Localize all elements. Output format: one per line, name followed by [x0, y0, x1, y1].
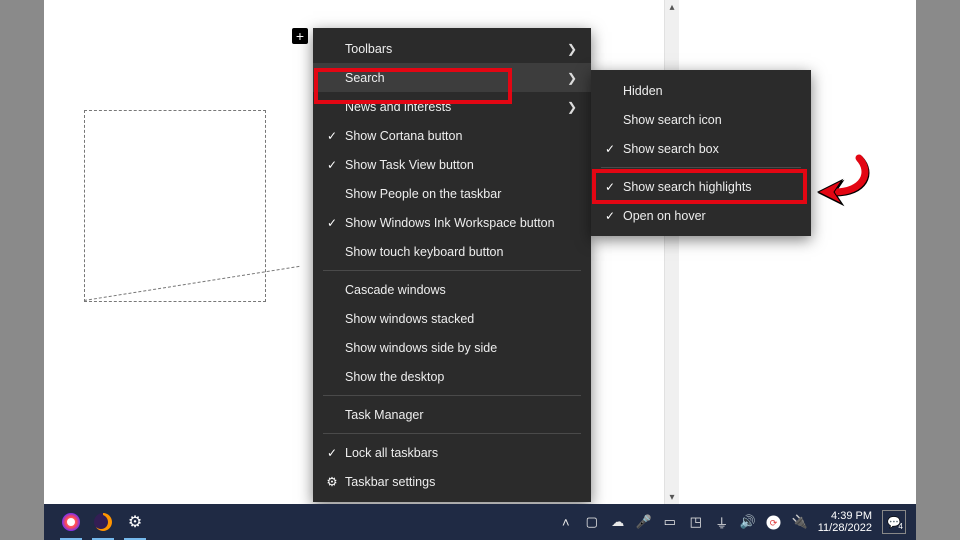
desktop-area: + ▴ ▾ Toolbars❯Search❯News and interests… — [44, 0, 916, 540]
taskbar-context-menu: Toolbars❯Search❯News and interests❯✓Show… — [313, 28, 591, 502]
menu-item-show-people-on-the-taskbar[interactable]: Show People on the taskbar — [313, 179, 591, 208]
letterbox-left — [0, 0, 44, 540]
tray-meet-icon[interactable]: ◳ — [688, 514, 704, 530]
taskbar-app-firefox-icon[interactable] — [90, 509, 116, 535]
annotation-arrow — [804, 150, 874, 225]
taskbar-app-settings-icon[interactable]: ⚙ — [122, 509, 148, 535]
menu-separator — [601, 167, 801, 168]
menu-item-news-and-interests[interactable]: News and interests❯ — [313, 92, 591, 121]
menu-item-label: Cascade windows — [341, 283, 577, 297]
menu-item-label: News and interests — [341, 100, 567, 114]
menu-item-label: Task Manager — [341, 408, 577, 422]
scroll-down-button[interactable]: ▾ — [665, 490, 679, 504]
menu-item-label: Open on hover — [619, 209, 797, 223]
taskbar-date: 11/28/2022 — [818, 522, 872, 534]
menu-item-label: Lock all taskbars — [341, 446, 577, 460]
menu-item-hidden[interactable]: Hidden — [591, 76, 811, 105]
tray-mic-icon[interactable]: 🎤 — [636, 514, 652, 530]
check-icon: ✓ — [323, 216, 341, 230]
taskbar-left: ⚙ — [58, 509, 148, 535]
menu-item-lock-all-taskbars[interactable]: ✓Lock all taskbars — [313, 438, 591, 467]
menu-item-show-touch-keyboard-button[interactable]: Show touch keyboard button — [313, 237, 591, 266]
menu-item-label: Show Windows Ink Workspace button — [341, 216, 577, 230]
menu-item-show-search-box[interactable]: ✓Show search box — [591, 134, 811, 163]
taskbar-clock[interactable]: 4:39 PM 11/28/2022 — [818, 510, 872, 534]
tray-updates-icon[interactable]: ⟳ — [766, 514, 782, 530]
tray-chevron-up-icon[interactable]: ˄ — [558, 514, 574, 530]
tray-network-icon[interactable]: ⏚ — [714, 514, 730, 530]
menu-separator — [323, 270, 581, 271]
menu-item-show-search-highlights[interactable]: ✓Show search highlights — [591, 172, 811, 201]
menu-item-cascade-windows[interactable]: Cascade windows — [313, 275, 591, 304]
menu-item-toolbars[interactable]: Toolbars❯ — [313, 34, 591, 63]
menu-item-label: Show Cortana button — [341, 129, 577, 143]
action-center-badge: 4 — [898, 522, 902, 531]
menu-item-label: Show search highlights — [619, 180, 797, 194]
check-icon: ✓ — [323, 129, 341, 143]
tray-volume-icon[interactable]: 🔊 — [740, 514, 756, 530]
check-icon: ✓ — [601, 142, 619, 156]
menu-item-label: Hidden — [619, 84, 797, 98]
menu-item-task-manager[interactable]: Task Manager — [313, 400, 591, 429]
bg-selection-box — [84, 110, 266, 302]
check-icon: ✓ — [323, 446, 341, 460]
chevron-right-icon: ❯ — [567, 42, 577, 56]
menu-item-taskbar-settings[interactable]: ⚙Taskbar settings — [313, 467, 591, 496]
menu-item-show-windows-side-by-side[interactable]: Show windows side by side — [313, 333, 591, 362]
plus-badge[interactable]: + — [292, 28, 308, 44]
svg-text:⟳: ⟳ — [770, 518, 778, 528]
menu-item-label: Search — [341, 71, 567, 85]
menu-item-label: Show windows stacked — [341, 312, 577, 326]
menu-item-label: Show windows side by side — [341, 341, 577, 355]
check-icon: ✓ — [323, 158, 341, 172]
menu-item-show-cortana-button[interactable]: ✓Show Cortana button — [313, 121, 591, 150]
menu-item-label: Taskbar settings — [341, 475, 577, 489]
taskbar-app-creative-icon[interactable] — [58, 509, 84, 535]
chevron-right-icon: ❯ — [567, 100, 577, 114]
tray-video-icon[interactable]: ▭ — [662, 514, 678, 530]
taskbar-right: ˄ ▢ ☁ 🎤 ▭ ◳ ⏚ 🔊 ⟳ 🔌 4:39 PM 11/28/2022 💬… — [558, 510, 906, 534]
menu-item-label: Toolbars — [341, 42, 567, 56]
check-icon: ✓ — [601, 209, 619, 223]
tray-touchpad-icon[interactable]: ▢ — [584, 514, 600, 530]
menu-item-label: Show Task View button — [341, 158, 577, 172]
search-submenu: HiddenShow search icon✓Show search box✓S… — [591, 70, 811, 236]
menu-item-show-windows-ink-workspace-button[interactable]: ✓Show Windows Ink Workspace button — [313, 208, 591, 237]
action-center-icon[interactable]: 💬4 — [882, 510, 906, 534]
taskbar-time: 4:39 PM — [831, 510, 872, 522]
chevron-right-icon: ❯ — [567, 71, 577, 85]
menu-item-show-task-view-button[interactable]: ✓Show Task View button — [313, 150, 591, 179]
menu-item-label: Show search box — [619, 142, 797, 156]
check-icon: ✓ — [601, 180, 619, 194]
menu-item-show-the-desktop[interactable]: Show the desktop — [313, 362, 591, 391]
taskbar[interactable]: ⚙ ˄ ▢ ☁ 🎤 ▭ ◳ ⏚ 🔊 ⟳ 🔌 4:39 PM 11/28/2022 — [44, 504, 916, 540]
menu-item-label: Show touch keyboard button — [341, 245, 577, 259]
menu-item-show-search-icon[interactable]: Show search icon — [591, 105, 811, 134]
gear-icon: ⚙ — [323, 474, 341, 489]
menu-item-search[interactable]: Search❯ — [313, 63, 591, 92]
menu-separator — [323, 395, 581, 396]
menu-separator — [323, 433, 581, 434]
menu-item-label: Show People on the taskbar — [341, 187, 577, 201]
menu-item-show-windows-stacked[interactable]: Show windows stacked — [313, 304, 591, 333]
letterbox-right — [916, 0, 960, 540]
tray-cloud-icon[interactable]: ☁ — [610, 514, 626, 530]
menu-item-label: Show search icon — [619, 113, 797, 127]
tray-power-icon[interactable]: 🔌 — [792, 514, 808, 530]
menu-item-open-on-hover[interactable]: ✓Open on hover — [591, 201, 811, 230]
menu-item-label: Show the desktop — [341, 370, 577, 384]
scroll-up-button[interactable]: ▴ — [665, 0, 679, 14]
